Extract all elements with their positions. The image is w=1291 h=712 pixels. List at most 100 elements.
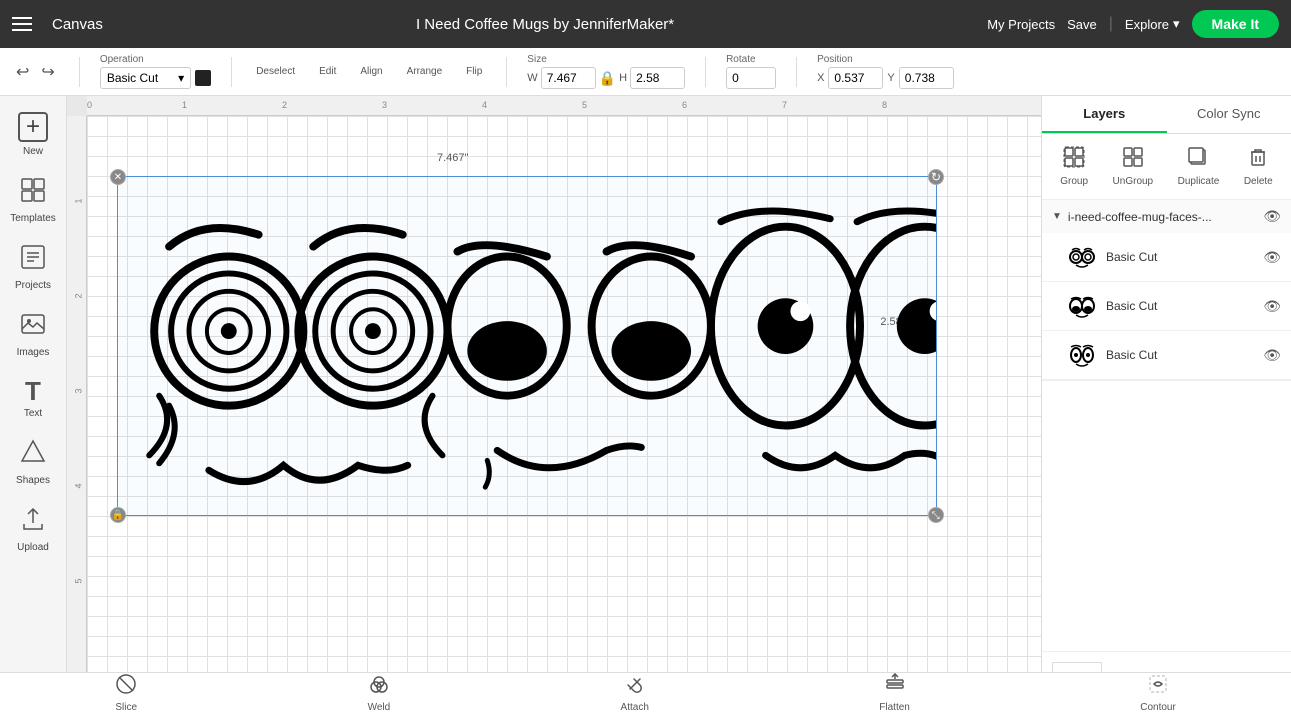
sidebar-label-upload: Upload (17, 542, 49, 553)
undo-button[interactable]: ↩ (12, 58, 33, 86)
selection-box[interactable]: ✕ ↻ 🔒 ⤡ (117, 176, 937, 516)
operation-label: Operation (100, 54, 211, 65)
layer-group-header[interactable]: ▼ i-need-coffee-mug-faces-... 👁 (1042, 200, 1291, 233)
flatten-label: Flatten (879, 702, 910, 712)
layer-name-1: Basic Cut (1106, 250, 1255, 264)
arrange-button[interactable]: Arrange (403, 62, 447, 81)
operation-color[interactable] (195, 70, 211, 86)
layer-group-visibility-icon[interactable]: 👁 (1263, 208, 1281, 225)
layer-item-2[interactable]: Basic Cut 👁 (1042, 282, 1291, 331)
duplicate-label: Duplicate (1178, 176, 1220, 187)
attach-action[interactable]: Attach (609, 669, 661, 712)
flip-button[interactable]: Flip (462, 62, 486, 81)
layer-group: ▼ i-need-coffee-mug-faces-... 👁 Basic Cu… (1042, 200, 1291, 381)
attach-label: Attach (621, 702, 649, 712)
right-panel: Layers Color Sync Group UnGroup (1041, 96, 1291, 712)
group-icon (1063, 146, 1085, 173)
flatten-action[interactable]: Flatten (867, 669, 922, 712)
layer-item-3[interactable]: Basic Cut 👁 (1042, 331, 1291, 380)
hamburger-menu[interactable] (12, 17, 32, 31)
size-section: Size W 🔒 H (527, 54, 685, 89)
dimension-width-label: 7.467" (437, 152, 468, 164)
sidebar-item-text[interactable]: T Text (3, 370, 63, 427)
ruler-horizontal: 0 1 2 3 4 5 6 7 8 (87, 96, 1041, 116)
sidebar-item-new[interactable]: + New (3, 104, 63, 165)
redo-button[interactable]: ↪ (37, 58, 58, 86)
contour-label: Contour (1140, 702, 1176, 712)
ruler-vertical: 1 2 3 4 5 (67, 116, 87, 682)
pos-y-input[interactable] (899, 67, 954, 89)
width-input[interactable] (541, 67, 596, 89)
slice-action[interactable]: Slice (103, 669, 149, 712)
handle-rotate[interactable]: ↻ (928, 169, 944, 185)
group-label: Group (1060, 176, 1088, 187)
layer-item-1[interactable]: Basic Cut 👁 (1042, 233, 1291, 282)
sidebar-label-projects: Projects (15, 280, 51, 291)
duplicate-action[interactable]: Duplicate (1170, 142, 1228, 191)
handle-close[interactable]: ✕ (110, 169, 126, 185)
sidebar-item-images[interactable]: Images (3, 303, 63, 366)
contour-action[interactable]: Contour (1128, 669, 1188, 712)
pos-x-label: X (817, 72, 824, 84)
sidebar-item-upload[interactable]: Upload (3, 498, 63, 561)
sidebar-item-templates[interactable]: Templates (3, 169, 63, 232)
operation-dropdown[interactable]: Basic Cut ▾ (100, 67, 191, 89)
width-label: W (527, 72, 537, 84)
my-projects-button[interactable]: My Projects (987, 17, 1055, 32)
weld-label: Weld (368, 702, 391, 712)
make-it-button[interactable]: Make It (1192, 10, 1279, 38)
main-layout: + New Templates Projects Images T Text (0, 96, 1291, 712)
sidebar-label-templates: Templates (10, 213, 56, 224)
handle-lock[interactable]: 🔒 (110, 507, 126, 523)
position-label: Position (817, 54, 954, 65)
ungroup-label: UnGroup (1113, 176, 1154, 187)
weld-icon (368, 673, 390, 700)
size-label: Size (527, 54, 685, 65)
delete-action[interactable]: Delete (1236, 142, 1281, 191)
weld-action[interactable]: Weld (356, 669, 403, 712)
slice-icon (115, 673, 137, 700)
layer-visibility-2[interactable]: 👁 (1263, 298, 1281, 315)
layer-visibility-1[interactable]: 👁 (1263, 249, 1281, 266)
layer-thumb-1 (1066, 241, 1098, 273)
explore-button[interactable]: Explore ▾ (1125, 16, 1180, 32)
layer-group-title: i-need-coffee-mug-faces-... (1068, 210, 1257, 224)
lock-icon[interactable]: 🔒 (599, 70, 616, 87)
height-input[interactable] (630, 67, 685, 89)
duplicate-icon (1187, 146, 1209, 173)
contour-icon (1147, 673, 1169, 700)
layer-visibility-3[interactable]: 👁 (1263, 347, 1281, 364)
tab-color-sync[interactable]: Color Sync (1167, 96, 1291, 133)
toolbar-divider-2 (231, 57, 232, 87)
rotate-input[interactable] (726, 67, 776, 89)
sidebar-item-projects[interactable]: Projects (3, 236, 63, 299)
rotate-label: Rotate (726, 54, 776, 65)
shapes-icon (20, 439, 46, 471)
nav-separator: | (1109, 15, 1113, 33)
group-collapse-icon[interactable]: ▼ (1052, 211, 1062, 222)
rotate-section: Rotate (726, 54, 776, 89)
toolbar-divider-5 (796, 57, 797, 87)
operation-select: Basic Cut ▾ (100, 67, 211, 89)
align-button[interactable]: Align (356, 62, 386, 81)
canvas-background[interactable]: 7.467" 2.58" ✕ ↻ 🔒 ⤡ (87, 116, 1041, 682)
operation-section: Operation Basic Cut ▾ (100, 54, 211, 89)
sidebar-item-shapes[interactable]: Shapes (3, 431, 63, 494)
edit-button[interactable]: Edit (315, 62, 340, 81)
handle-resize[interactable]: ⤡ (928, 507, 944, 523)
project-title: I Need Coffee Mugs by JenniferMaker* (119, 16, 971, 33)
ungroup-action[interactable]: UnGroup (1105, 142, 1162, 191)
toolbar-divider-3 (506, 57, 507, 87)
panel-tabs: Layers Color Sync (1042, 96, 1291, 134)
bottom-bar: Slice Weld Attach Flatten Contour (0, 672, 1291, 712)
save-button[interactable]: Save (1067, 17, 1097, 32)
tab-layers[interactable]: Layers (1042, 96, 1167, 133)
pos-x-input[interactable] (828, 67, 883, 89)
sidebar-label-shapes: Shapes (16, 475, 50, 486)
toolbar-divider-1 (79, 57, 80, 87)
group-action[interactable]: Group (1052, 142, 1096, 191)
nav-actions: My Projects Save | Explore ▾ Make It (987, 10, 1279, 38)
top-nav: Canvas I Need Coffee Mugs by JenniferMak… (0, 0, 1291, 48)
deselect-button[interactable]: Deselect (252, 62, 299, 81)
canvas-area[interactable]: 0 1 2 3 4 5 6 7 8 1 2 3 4 5 7.467" 2.58" (67, 96, 1041, 712)
